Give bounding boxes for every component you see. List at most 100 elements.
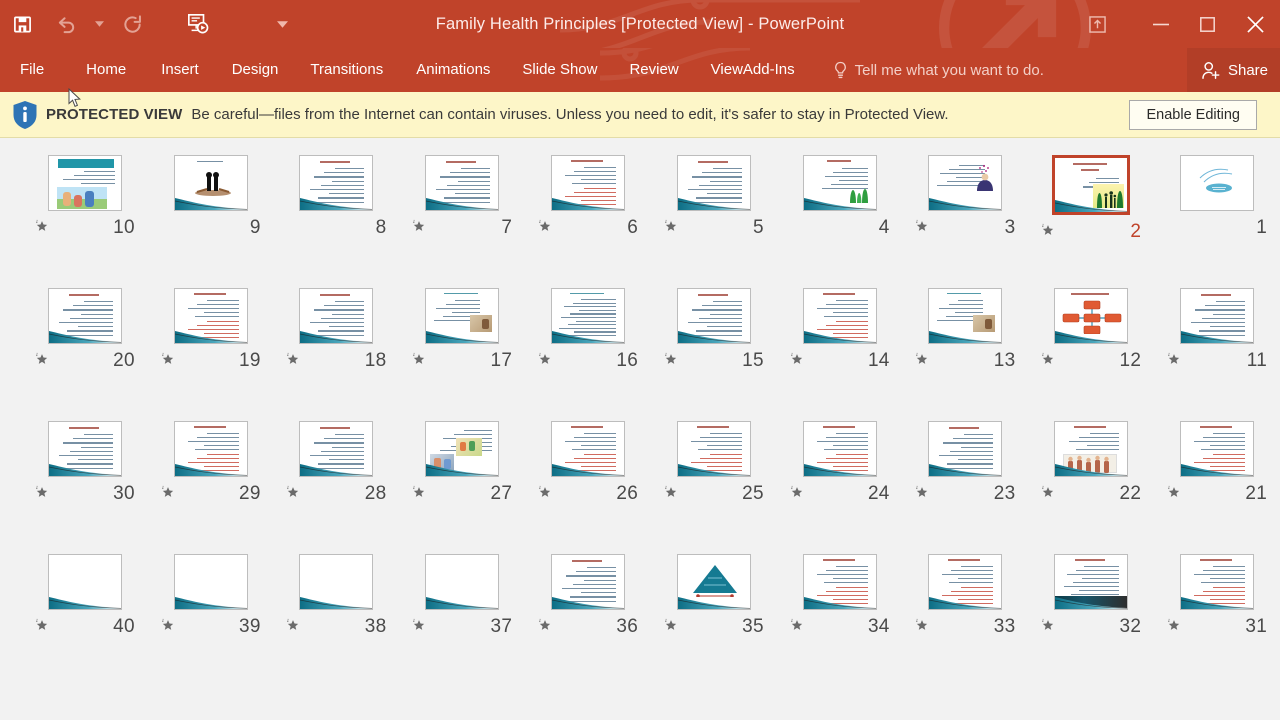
slide-thumbnail-cell[interactable]: 8 [274,155,400,288]
slide-thumbnail-12[interactable] [1054,288,1129,344]
slide-thumbnail-31[interactable] [1180,554,1255,610]
slide-thumbnail-24[interactable] [802,421,877,477]
slide-thumbnail-cell[interactable]: 4 [777,155,903,288]
slide-thumbnail-cell[interactable]: 23 [903,421,1029,554]
slide-thumbnail-cell[interactable]: 21 [1154,421,1280,554]
slide-thumbnail-cell[interactable]: 33 [903,554,1029,687]
slide-thumbnail-cell[interactable]: 19 [148,288,274,421]
slide-thumbnail-20[interactable] [47,288,122,344]
slide-thumbnail-cell[interactable]: 31 [1154,554,1280,687]
slide-thumbnail-cell[interactable]: 5 [651,155,777,288]
slide-thumbnail-cell[interactable]: 6 [525,155,651,288]
slide-thumbnail-cell[interactable]: 16 [525,288,651,421]
start-from-beginning-icon[interactable] [176,4,220,44]
slide-thumbnail-9[interactable] [173,155,248,211]
slide-thumbnail-cell[interactable]: 25 [651,421,777,554]
slide-thumbnail-26[interactable] [551,421,626,477]
slide-thumbnail-33[interactable] [928,554,1003,610]
tab-insert[interactable]: Insert [161,48,199,92]
ribbon-display-options-icon[interactable] [1074,0,1120,48]
slide-thumbnail-32[interactable] [1054,554,1129,610]
tab-animations[interactable]: Animations [416,48,490,92]
minimize-icon[interactable] [1138,0,1184,48]
slide-thumbnail-cell[interactable]: 11 [1154,288,1280,421]
slide-thumbnail-cell[interactable]: 20 [22,288,148,421]
slide-thumbnail-cell[interactable]: 13 [903,288,1029,421]
slide-thumbnail-cell[interactable]: 7 [399,155,525,288]
slide-thumbnail-cell[interactable]: 15 [651,288,777,421]
slide-thumbnail-7[interactable] [425,155,500,211]
slide-thumbnail-39[interactable] [173,554,248,610]
slide-thumbnail-cell[interactable]: 22 [1028,421,1154,554]
slide-thumbnail-cell[interactable]: 12 [1028,288,1154,421]
slide-thumbnail-cell[interactable]: 3 [903,155,1029,288]
redo-icon[interactable] [110,4,154,44]
slide-thumbnail-18[interactable] [299,288,374,344]
slide-thumbnail-cell[interactable]: 38 [274,554,400,687]
slide-thumbnail-6[interactable] [551,155,626,211]
slide-thumbnail-25[interactable] [676,421,751,477]
enable-editing-button[interactable]: Enable Editing [1129,99,1257,130]
slide-thumbnail-11[interactable] [1180,288,1255,344]
slide-thumbnail-4[interactable] [802,155,877,211]
customize-quick-access-toolbar-icon[interactable] [260,4,304,44]
slide-thumbnail-37[interactable] [425,554,500,610]
tab-transitions[interactable]: Transitions [310,48,383,92]
slide-thumbnail-23[interactable] [928,421,1003,477]
tab-file[interactable]: File [20,48,44,92]
slide-thumbnail-5[interactable] [676,155,751,211]
slide-thumbnail-cell[interactable]: 14 [777,288,903,421]
slide-thumbnail-cell[interactable]: 32 [1028,554,1154,687]
slide-thumbnail-15[interactable] [676,288,751,344]
slide-thumbnail-cell[interactable]: 26 [525,421,651,554]
save-icon[interactable] [0,4,44,44]
restore-icon[interactable] [1184,0,1230,48]
slide-thumbnail-36[interactable] [551,554,626,610]
tab-view[interactable]: View [711,48,743,92]
undo-icon[interactable] [44,4,88,44]
slide-sorter-pane[interactable]: 10 9 8 7 6 5 4 3 2 1 20 19 18 17 16 15 1… [0,138,1280,718]
tab-slide-show[interactable]: Slide Show [522,48,597,92]
tab-design[interactable]: Design [232,48,279,92]
slide-thumbnail-8[interactable] [299,155,374,211]
slide-thumbnail-16[interactable] [551,288,626,344]
slide-thumbnail-cell[interactable]: 24 [777,421,903,554]
slide-thumbnail-2[interactable] [1052,155,1131,215]
slide-thumbnail-cell[interactable]: 2 [1028,155,1154,288]
slide-thumbnail-13[interactable] [928,288,1003,344]
slide-thumbnail-22[interactable] [1054,421,1129,477]
slide-thumbnail-27[interactable] [425,421,500,477]
slide-thumbnail-29[interactable] [173,421,248,477]
slide-thumbnail-40[interactable] [47,554,122,610]
tab-add-ins[interactable]: Add-Ins [743,48,795,92]
slide-thumbnail-cell[interactable]: 9 [148,155,274,288]
slide-thumbnail-cell[interactable]: 18 [274,288,400,421]
slide-thumbnail-cell[interactable]: 39 [148,554,274,687]
slide-thumbnail-cell[interactable]: 30 [22,421,148,554]
slide-thumbnail-17[interactable] [425,288,500,344]
tell-me-search[interactable]: Tell me what you want to do. [833,61,1044,80]
slide-thumbnail-cell[interactable]: 17 [399,288,525,421]
slide-thumbnail-cell[interactable]: 37 [399,554,525,687]
slide-thumbnail-1[interactable] [1180,155,1255,211]
share-button[interactable]: Share [1186,48,1280,92]
slide-thumbnail-cell[interactable]: 40 [22,554,148,687]
slide-thumbnail-cell[interactable]: 28 [274,421,400,554]
undo-dropdown-icon[interactable] [88,4,110,44]
slide-thumbnail-cell[interactable]: 29 [148,421,274,554]
slide-thumbnail-38[interactable] [299,554,374,610]
slide-thumbnail-cell[interactable]: 34 [777,554,903,687]
slide-thumbnail-cell[interactable]: 35 [651,554,777,687]
slide-thumbnail-34[interactable] [802,554,877,610]
slide-thumbnail-21[interactable] [1180,421,1255,477]
tab-review[interactable]: Review [629,48,678,92]
slide-thumbnail-35[interactable] [676,554,751,610]
tab-home[interactable]: Home [86,48,126,92]
slide-thumbnail-cell[interactable]: 10 [22,155,148,288]
slide-thumbnail-cell[interactable]: 1 [1154,155,1280,288]
slide-thumbnail-10[interactable] [47,155,122,211]
slide-thumbnail-3[interactable] [928,155,1003,211]
slide-thumbnail-28[interactable] [299,421,374,477]
slide-thumbnail-cell[interactable]: 27 [399,421,525,554]
slide-thumbnail-30[interactable] [47,421,122,477]
